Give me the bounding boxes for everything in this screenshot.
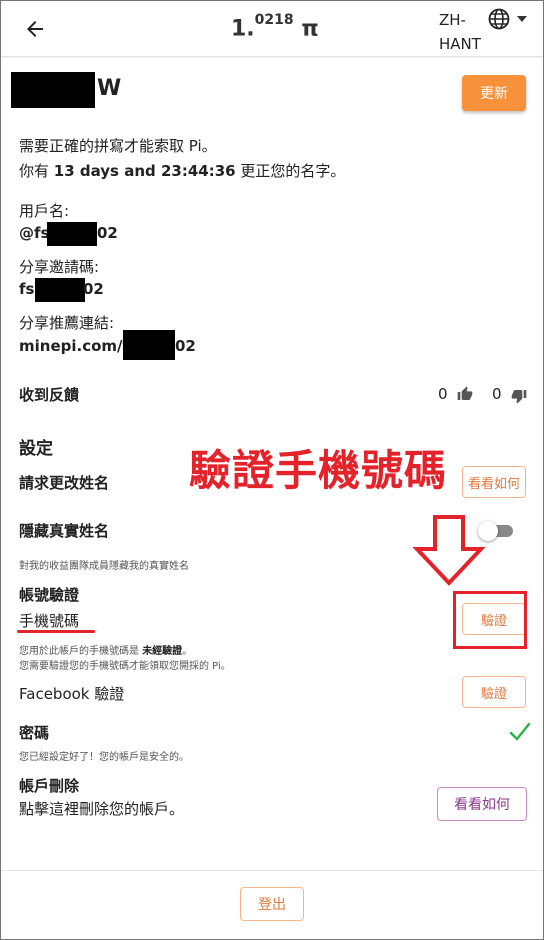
invite-code-label: 分享邀請碼:: [19, 258, 100, 276]
redacted-username: [47, 222, 97, 246]
phone-verify-status: 您用於此帳戶的手機號碼是 未經驗證。: [19, 642, 192, 657]
balance-integer: 1.: [231, 16, 255, 42]
deadline-prefix: 你有: [19, 162, 54, 180]
invite-code-suffix: 02: [83, 280, 104, 298]
footer: 登出: [1, 870, 543, 939]
annotation-down-arrow: [412, 515, 486, 586]
settings-title: 設定: [19, 439, 53, 459]
feedback-label: 收到反饋: [19, 386, 80, 404]
password-label: 密碼: [19, 724, 50, 742]
hide-name-description: 對我的收益團隊成員隱藏我的真實姓名: [19, 561, 189, 572]
invite-code-prefix: fs: [19, 280, 35, 298]
profile-content: W 更新 需要正確的拼寫才能索取 Pi。 你有 13 days and 23:4…: [1, 58, 543, 870]
password-description: 您已經設定好了！您的帳戶是安全的。: [19, 752, 189, 763]
phone-status-suffix: 。: [182, 646, 193, 657]
change-name-howto-button[interactable]: 看看如何: [462, 466, 526, 498]
phone-status-prefix: 您用於此帳戶的手機號碼是: [19, 646, 143, 657]
redacted-invite-code: [35, 278, 85, 302]
annotation-highlight-box: [453, 591, 527, 649]
name-change-deadline: 你有 13 days and 23:44:36 更正您的名字。: [19, 160, 345, 181]
spelling-note: 需要正確的拼寫才能索取 Pi。: [19, 137, 217, 155]
deadline-suffix: 更正您的名字。: [235, 162, 346, 180]
account-deletion-title: 帳戶刪除: [19, 777, 80, 795]
delete-account-howto-button[interactable]: 看看如何: [437, 787, 527, 821]
deadline-time: 13 days and 23:44:36: [53, 162, 236, 180]
logout-button[interactable]: 登出: [240, 887, 304, 921]
name-suffix: W: [97, 76, 122, 101]
language-label[interactable]: ZH-HANT: [439, 8, 489, 56]
balance-decimals: 0218: [254, 12, 294, 28]
username-suffix: 02: [97, 224, 118, 242]
back-arrow-icon[interactable]: [23, 17, 47, 41]
account-deletion-description: 點擊這裡刪除您的帳戶。: [19, 800, 185, 818]
username-label: 用戶名:: [19, 202, 70, 220]
verify-facebook-button[interactable]: 驗證: [462, 676, 526, 708]
chevron-down-icon[interactable]: [517, 16, 527, 22]
likes-count: 0: [438, 385, 448, 403]
referral-link-label: 分享推薦連結:: [19, 314, 115, 332]
pi-balance: 1.0218 π: [231, 12, 319, 42]
pi-symbol: π: [301, 16, 319, 42]
annotation-underline: [17, 630, 95, 633]
thumbs-up-icon[interactable]: [457, 386, 473, 402]
referral-link-prefix[interactable]: minepi.com/fs: [19, 337, 138, 355]
dislikes-count: 0: [492, 385, 502, 403]
globe-icon[interactable]: [487, 7, 511, 31]
annotation-verify-phone: 驗證手機號碼: [189, 446, 448, 495]
phone-number-label: 手機號碼: [19, 612, 80, 630]
change-name-label: 請求更改姓名: [19, 474, 110, 492]
thumbs-down-icon[interactable]: [511, 388, 527, 404]
hide-real-name-label: 隱藏真實姓名: [19, 522, 110, 540]
checkmark-icon: [509, 722, 531, 741]
username-prefix: @fs: [19, 224, 50, 242]
account-verification-title: 帳號驗證: [19, 586, 80, 604]
phone-verify-note: 您需要驗證您的手機號碼才能領取您開採的 Pi。: [19, 661, 231, 672]
facebook-verify-label: Facebook 驗證: [19, 685, 125, 703]
redacted-name-block: [11, 72, 95, 108]
referral-link-suffix: 02: [175, 337, 196, 355]
update-button[interactable]: 更新: [462, 75, 526, 111]
app-header: 1.0218 π ZH-HANT: [1, 1, 543, 57]
redacted-referral-link: [123, 330, 175, 360]
phone-status-value: 未經驗證: [142, 646, 183, 657]
